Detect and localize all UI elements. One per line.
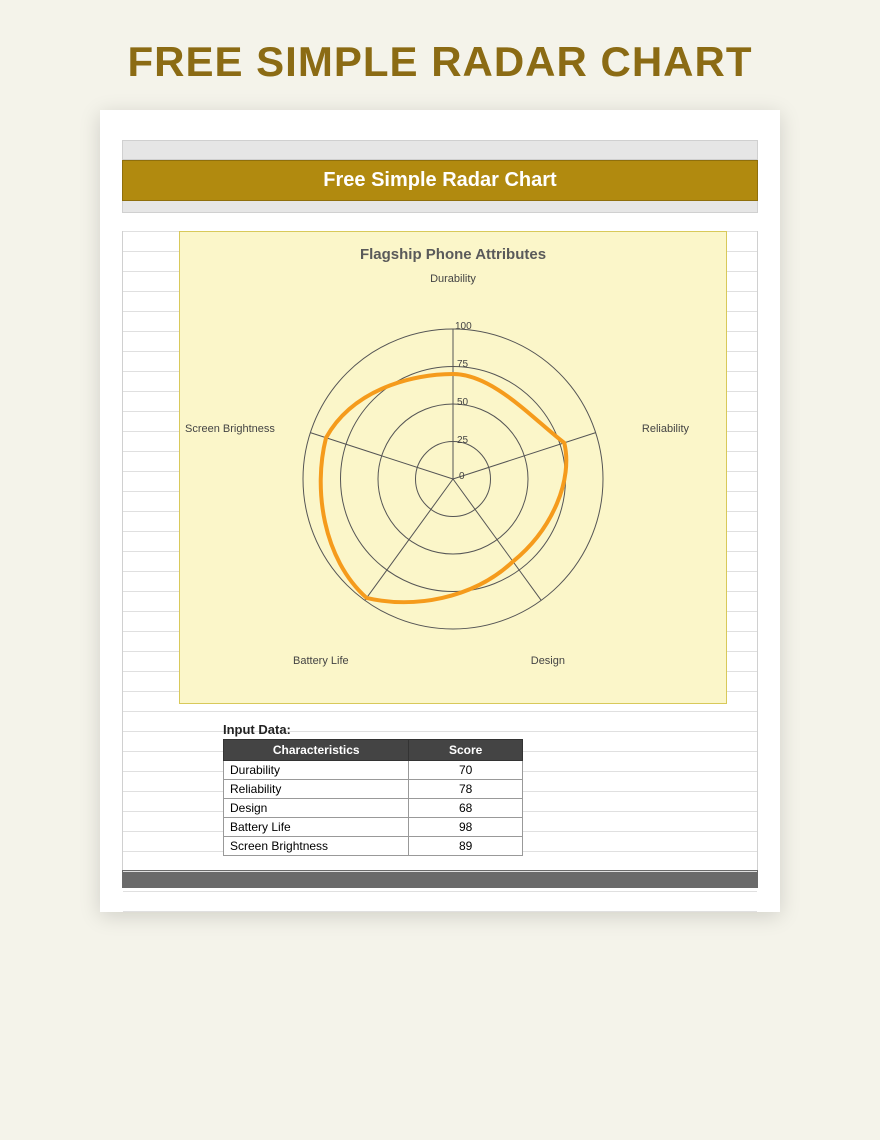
input-data-table: Characteristics Score Durability 70 Reli…: [223, 739, 523, 856]
axis-label-design: Design: [531, 655, 565, 667]
document-sheet: Free Simple Radar Chart Flagship Phone A…: [100, 110, 780, 912]
table-row: Battery Life 98: [224, 818, 523, 837]
page-title: FREE SIMPLE RADAR CHART: [0, 0, 880, 110]
tick-100: 100: [455, 321, 472, 332]
cell-score: 78: [409, 780, 523, 799]
sheet-sub-bar: [122, 201, 758, 213]
axis-label-brightness: Screen Brightness: [185, 423, 275, 435]
cell-label: Reliability: [224, 780, 409, 799]
cell-score: 70: [409, 761, 523, 780]
radar-chart-panel: Flagship Phone Attributes Durability Rel…: [179, 231, 727, 704]
cell-label: Design: [224, 799, 409, 818]
tick-50: 50: [457, 397, 468, 408]
input-data-block: Input Data: Characteristics Score Durabi…: [223, 722, 523, 856]
col-characteristics: Characteristics: [224, 740, 409, 761]
tick-75: 75: [457, 359, 468, 370]
cell-label: Durability: [224, 761, 409, 780]
table-row: Durability 70: [224, 761, 523, 780]
cell-score: 98: [409, 818, 523, 837]
sheet-title: Free Simple Radar Chart: [122, 160, 758, 201]
table-row: Screen Brightness 89: [224, 837, 523, 856]
axis-label-durability: Durability: [430, 273, 476, 285]
radar-chart: Durability Reliability Design Battery Li…: [223, 273, 683, 673]
col-score: Score: [409, 740, 523, 761]
cell-label: Battery Life: [224, 818, 409, 837]
table-row: Design 68: [224, 799, 523, 818]
radar-svg: [223, 273, 683, 673]
cell-score: 89: [409, 837, 523, 856]
tick-0: 0: [459, 471, 465, 482]
axis-label-reliability: Reliability: [642, 423, 689, 435]
sheet-top-bar: [122, 140, 758, 160]
cell-score: 68: [409, 799, 523, 818]
spreadsheet-grid: Flagship Phone Attributes Durability Rel…: [122, 231, 758, 870]
input-heading: Input Data:: [223, 722, 523, 737]
axis-label-battery: Battery Life: [293, 655, 349, 667]
cell-label: Screen Brightness: [224, 837, 409, 856]
table-row: Reliability 78: [224, 780, 523, 799]
tick-25: 25: [457, 435, 468, 446]
chart-title: Flagship Phone Attributes: [180, 246, 726, 263]
